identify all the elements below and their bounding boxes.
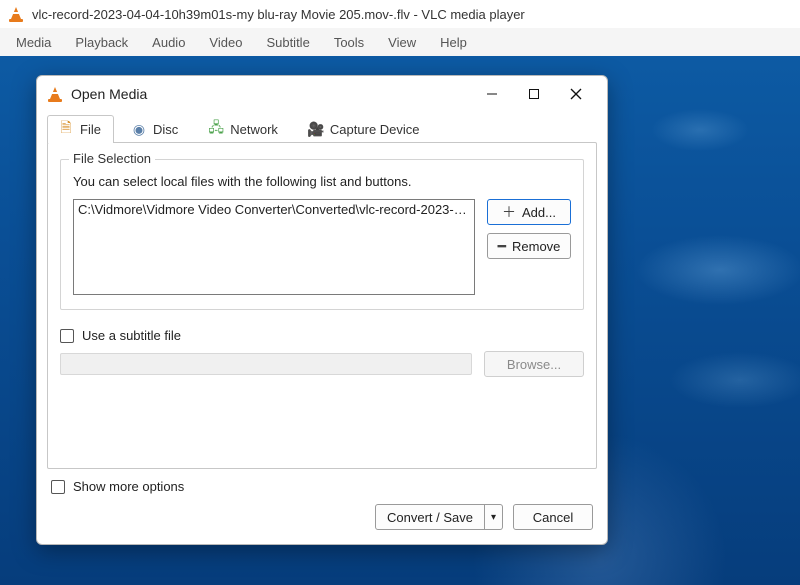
close-icon — [570, 88, 582, 100]
cancel-label: Cancel — [533, 510, 573, 525]
menu-tools[interactable]: Tools — [324, 31, 374, 54]
browse-subtitle-button: Browse... — [484, 351, 584, 377]
tabpage-file: File Selection You can select local file… — [47, 142, 597, 469]
tabstrip: 🗎 File ◉ Disc 🖧 Network 🎥 Capture Device — [37, 112, 607, 142]
convert-save-label: Convert / Save — [387, 510, 473, 525]
convert-save-button[interactable]: Convert / Save — [375, 504, 485, 530]
remove-button[interactable]: ━ Remove — [487, 233, 571, 259]
menu-playback[interactable]: Playback — [65, 31, 138, 54]
chevron-down-icon: ▾ — [491, 512, 496, 523]
browse-subtitle-label: Browse... — [507, 357, 561, 372]
file-selection-legend: File Selection — [69, 151, 155, 166]
plus-icon: ＋ — [502, 205, 516, 219]
maximize-icon — [528, 88, 540, 100]
show-more-options-label: Show more options — [73, 479, 184, 494]
dialog-bottom: Show more options Convert / Save ▾ Cance… — [37, 469, 607, 544]
minus-icon: ━ — [498, 239, 506, 253]
tab-disc[interactable]: ◉ Disc — [120, 115, 191, 143]
file-selection-group: File Selection You can select local file… — [60, 159, 584, 310]
dialog-titlebar: Open Media — [37, 76, 607, 112]
main-titlebar: vlc-record-2023-04-04-10h39m01s-my blu-r… — [0, 0, 800, 28]
menu-help[interactable]: Help — [430, 31, 477, 54]
use-subtitle-label: Use a subtitle file — [82, 328, 181, 343]
tab-network-label: Network — [230, 122, 278, 137]
minimize-button[interactable] — [471, 79, 513, 109]
add-button[interactable]: ＋ Add... — [487, 199, 571, 225]
subtitle-path-input — [60, 353, 472, 375]
cancel-button[interactable]: Cancel — [513, 504, 593, 530]
capture-icon: 🎥 — [308, 121, 324, 137]
convert-save-splitbutton: Convert / Save ▾ — [375, 504, 503, 530]
maximize-button[interactable] — [513, 79, 555, 109]
minimize-icon — [486, 88, 498, 100]
use-subtitle-checkbox[interactable] — [60, 329, 74, 343]
network-icon: 🖧 — [208, 121, 224, 137]
disc-icon: ◉ — [131, 121, 147, 137]
menu-subtitle[interactable]: Subtitle — [256, 31, 319, 54]
window-title: vlc-record-2023-04-04-10h39m01s-my blu-r… — [32, 7, 525, 22]
menu-media[interactable]: Media — [6, 31, 61, 54]
remove-button-label: Remove — [512, 239, 560, 254]
subtitle-row: Use a subtitle file — [60, 328, 584, 343]
convert-save-dropdown[interactable]: ▾ — [485, 504, 503, 530]
file-selection-instruction: You can select local files with the foll… — [73, 174, 571, 189]
show-more-options-checkbox[interactable] — [51, 480, 65, 494]
dialog-title: Open Media — [71, 86, 147, 102]
file-list-entry: C:\Vidmore\Vidmore Video Converter\Conve… — [78, 202, 472, 217]
tab-capture-label: Capture Device — [330, 122, 420, 137]
menu-video[interactable]: Video — [199, 31, 252, 54]
add-button-label: Add... — [522, 205, 556, 220]
menubar: Media Playback Audio Video Subtitle Tool… — [0, 28, 800, 56]
menu-audio[interactable]: Audio — [142, 31, 195, 54]
file-icon: 🗎 — [58, 121, 74, 137]
menu-view[interactable]: View — [378, 31, 426, 54]
file-list[interactable]: C:\Vidmore\Vidmore Video Converter\Conve… — [73, 199, 475, 295]
tab-file-label: File — [80, 122, 101, 137]
tab-file[interactable]: 🗎 File — [47, 115, 114, 143]
tab-network[interactable]: 🖧 Network — [197, 115, 291, 143]
vlc-cone-icon — [47, 86, 63, 102]
vlc-cone-icon — [8, 6, 24, 22]
tab-disc-label: Disc — [153, 122, 178, 137]
close-button[interactable] — [555, 79, 597, 109]
tab-capture[interactable]: 🎥 Capture Device — [297, 115, 433, 143]
open-media-dialog: Open Media 🗎 File ◉ Disc 🖧 Network 🎥 Cap… — [36, 75, 608, 545]
